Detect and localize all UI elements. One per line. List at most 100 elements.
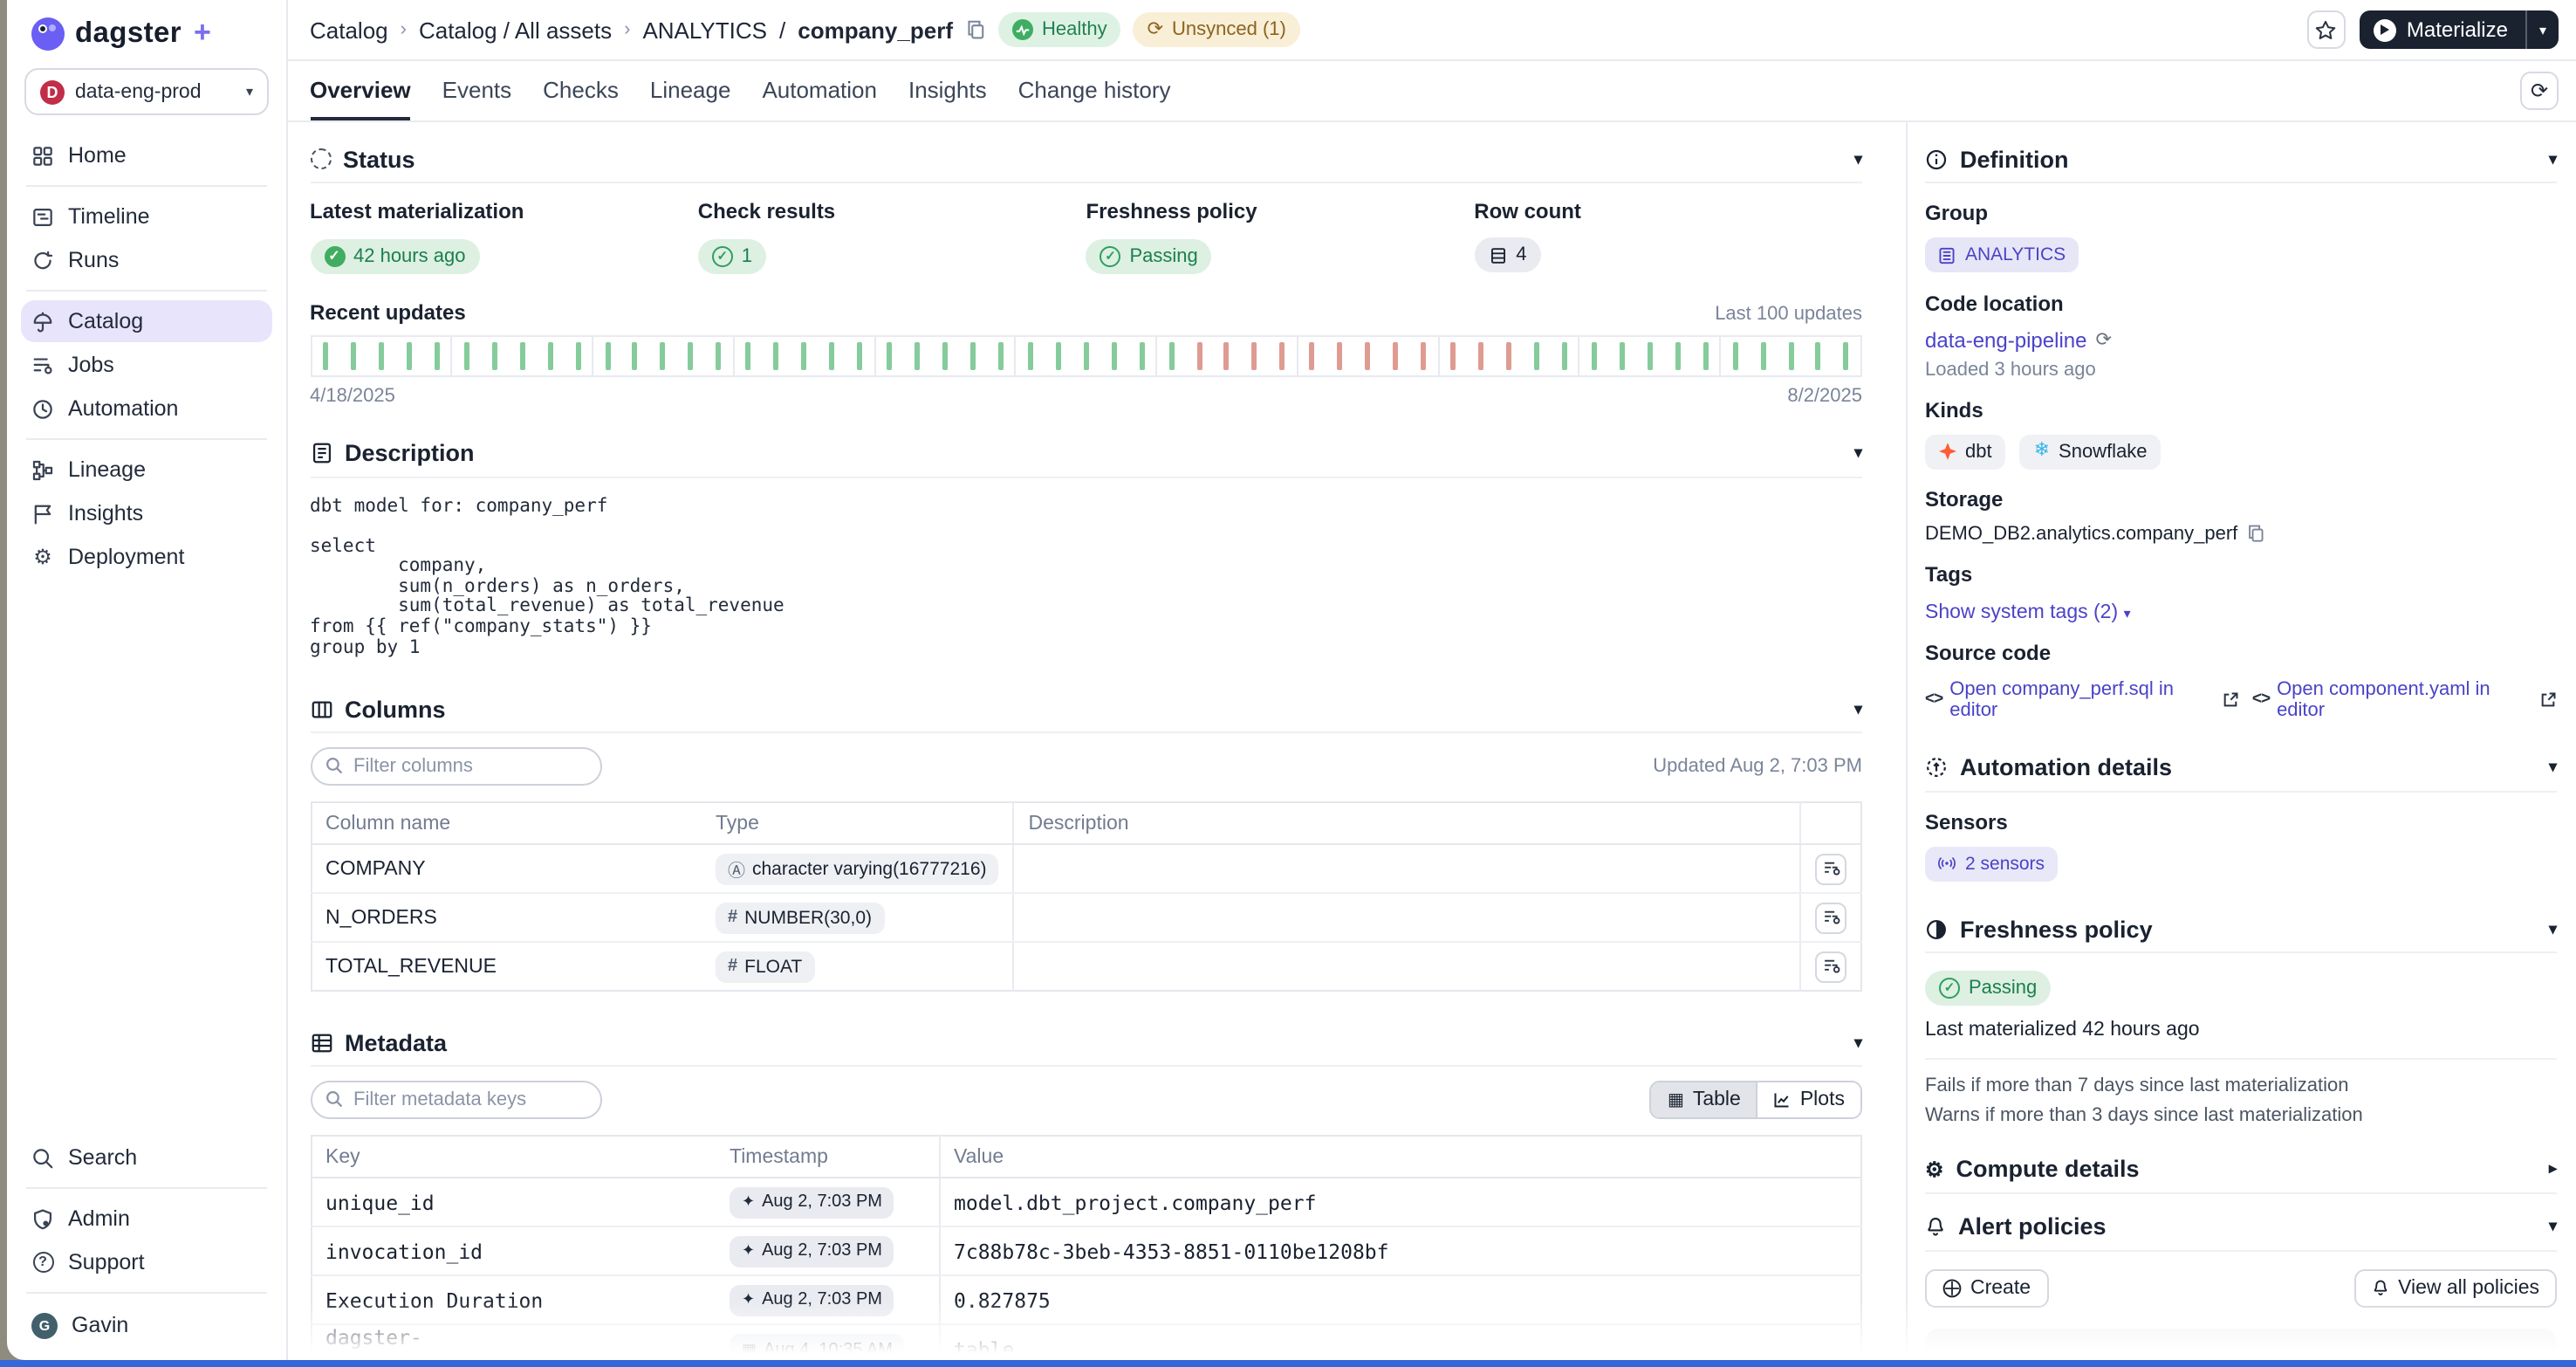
- column-lineage-button[interactable]: [1815, 951, 1846, 983]
- materialization-success-tick[interactable]: [1056, 341, 1061, 369]
- open-yaml-link[interactable]: Open component.yaml in editor: [2277, 678, 2532, 720]
- materialization-success-tick[interactable]: [829, 341, 834, 369]
- user-menu[interactable]: G Gavin: [21, 1302, 272, 1348]
- recent-updates-chart[interactable]: [310, 334, 1862, 376]
- materialization-failure-tick[interactable]: [1421, 341, 1426, 369]
- sidebar-item-jobs[interactable]: Jobs: [21, 344, 272, 386]
- materialization-success-tick[interactable]: [1028, 341, 1033, 369]
- chevron-down-icon[interactable]: ▾: [1854, 1034, 1862, 1053]
- group-badge[interactable]: ANALYTICS: [1925, 237, 2078, 272]
- copy-icon[interactable]: [2246, 524, 2265, 543]
- materialization-success-tick[interactable]: [661, 341, 666, 369]
- chevron-down-icon[interactable]: ▾: [2549, 149, 2557, 168]
- materialization-success-tick[interactable]: [942, 341, 948, 369]
- health-status-badge[interactable]: Healthy: [998, 12, 1121, 47]
- materialization-failure-tick[interactable]: [1196, 341, 1202, 369]
- materialization-success-tick[interactable]: [887, 341, 892, 369]
- materialization-success-tick[interactable]: [1702, 341, 1708, 369]
- materialization-success-tick[interactable]: [746, 341, 751, 369]
- view-all-policies-button[interactable]: View all policies: [2354, 1268, 2557, 1307]
- materialization-failure-tick[interactable]: [1450, 341, 1456, 369]
- materialization-success-tick[interactable]: [1732, 341, 1737, 369]
- sidebar-item-support[interactable]: ?Support: [21, 1241, 272, 1283]
- tab-checks[interactable]: Checks: [543, 61, 619, 120]
- reload-icon[interactable]: ⟳: [2096, 328, 2112, 351]
- materialization-success-tick[interactable]: [970, 341, 976, 369]
- chevron-right-icon[interactable]: ▸: [2549, 1159, 2557, 1178]
- sidebar-item-timeline[interactable]: Timeline: [21, 196, 272, 237]
- materialization-success-tick[interactable]: [435, 341, 440, 369]
- materialization-success-tick[interactable]: [1620, 341, 1625, 369]
- sidebar-item-deployment[interactable]: ⚙Deployment: [21, 536, 272, 578]
- breadcrumb-all-assets[interactable]: Catalog / All assets: [419, 17, 612, 43]
- tab-lineage[interactable]: Lineage: [650, 61, 731, 120]
- materialization-success-tick[interactable]: [605, 341, 610, 369]
- sidebar-item-home[interactable]: Home: [21, 134, 272, 176]
- filter-metadata-input[interactable]: [310, 1082, 601, 1120]
- materialization-success-tick[interactable]: [1168, 341, 1174, 369]
- column-lineage-button[interactable]: [1815, 854, 1846, 885]
- materialization-failure-tick[interactable]: [1252, 341, 1257, 369]
- sidebar-item-admin[interactable]: Admin: [21, 1198, 272, 1240]
- materialization-success-tick[interactable]: [1675, 341, 1680, 369]
- materialization-success-tick[interactable]: [801, 341, 806, 369]
- tab-insights[interactable]: Insights: [908, 61, 987, 120]
- status-card-value[interactable]: ✓1: [698, 238, 766, 273]
- materialization-success-tick[interactable]: [519, 341, 524, 369]
- materialization-failure-tick[interactable]: [1365, 341, 1370, 369]
- sidebar-item-search[interactable]: Search: [21, 1137, 272, 1178]
- materialization-success-tick[interactable]: [1844, 341, 1849, 369]
- unsynced-badge[interactable]: ⟳ Unsynced (1): [1134, 12, 1300, 47]
- materialization-failure-tick[interactable]: [1224, 341, 1230, 369]
- sensors-badge[interactable]: 2 sensors: [1925, 846, 2057, 881]
- materialization-success-tick[interactable]: [323, 341, 328, 369]
- status-card-value[interactable]: ✓Passing: [1086, 238, 1212, 273]
- materialization-success-tick[interactable]: [1760, 341, 1765, 369]
- materialization-success-tick[interactable]: [547, 341, 552, 369]
- refresh-button[interactable]: ⟳: [2520, 72, 2559, 110]
- breadcrumb-catalog[interactable]: Catalog: [310, 17, 388, 43]
- materialization-success-tick[interactable]: [463, 341, 469, 369]
- deployment-switcher[interactable]: D data-eng-prod ▾: [24, 68, 269, 115]
- materialize-dropdown[interactable]: ▾: [2527, 22, 2559, 38]
- materialization-success-tick[interactable]: [998, 341, 1004, 369]
- materialization-success-tick[interactable]: [1111, 341, 1116, 369]
- materialization-failure-tick[interactable]: [1338, 341, 1343, 369]
- materialization-success-tick[interactable]: [1592, 341, 1597, 369]
- materialization-success-tick[interactable]: [379, 341, 384, 369]
- materialization-success-tick[interactable]: [1648, 341, 1653, 369]
- materialization-success-tick[interactable]: [407, 341, 412, 369]
- tab-events[interactable]: Events: [442, 61, 512, 120]
- materialization-success-tick[interactable]: [1788, 341, 1793, 369]
- materialization-success-tick[interactable]: [857, 341, 862, 369]
- materialization-success-tick[interactable]: [1816, 341, 1821, 369]
- kind-badge-dbt[interactable]: dbt: [1925, 434, 2006, 469]
- sidebar-item-runs[interactable]: Runs: [21, 239, 272, 281]
- create-alert-button[interactable]: ⨁ Create: [1925, 1268, 2048, 1307]
- kind-badge-snowflake[interactable]: ❄ Snowflake: [2020, 434, 2162, 469]
- chevron-down-icon[interactable]: ▾: [2549, 919, 2557, 938]
- timestamp-badge[interactable]: ✦Aug 2, 7:03 PM: [730, 1187, 894, 1219]
- materialize-button[interactable]: Materialize ▾: [2360, 10, 2559, 49]
- materialization-success-tick[interactable]: [1562, 341, 1567, 369]
- materialization-success-tick[interactable]: [773, 341, 778, 369]
- sidebar-item-automation[interactable]: Automation: [21, 388, 272, 429]
- chevron-down-icon[interactable]: ▾: [1854, 700, 1862, 719]
- materialization-failure-tick[interactable]: [1506, 341, 1511, 369]
- timestamp-badge[interactable]: ✦Aug 2, 7:03 PM: [730, 1285, 894, 1316]
- materialization-failure-tick[interactable]: [1280, 341, 1285, 369]
- materialization-success-tick[interactable]: [689, 341, 694, 369]
- toggle-plots-view[interactable]: Plots: [1757, 1083, 1860, 1118]
- show-system-tags-link[interactable]: Show system tags (2): [1925, 601, 2118, 622]
- chevron-down-icon[interactable]: ▾: [1854, 149, 1862, 168]
- tab-overview[interactable]: Overview: [310, 61, 411, 120]
- toggle-table-view[interactable]: ▦ Table: [1652, 1083, 1757, 1118]
- sidebar-item-lineage[interactable]: Lineage: [21, 449, 272, 491]
- code-location-link[interactable]: data-eng-pipeline: [1925, 327, 2087, 352]
- materialization-success-tick[interactable]: [575, 341, 580, 369]
- timestamp-badge[interactable]: ✦Aug 2, 7:03 PM: [730, 1236, 894, 1267]
- chevron-down-icon[interactable]: ▾: [1854, 443, 1862, 463]
- sidebar-item-catalog[interactable]: Catalog: [21, 300, 272, 342]
- materialization-success-tick[interactable]: [915, 341, 920, 369]
- chevron-down-icon[interactable]: ▾: [2549, 1217, 2557, 1236]
